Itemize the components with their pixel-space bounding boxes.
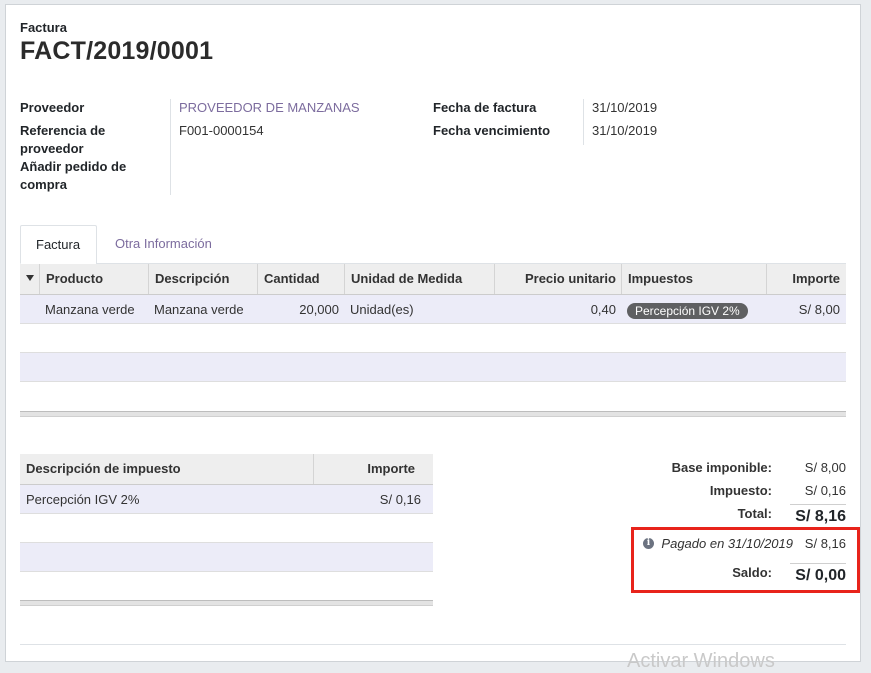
tax-lines-header: Descripción de impuesto Importe xyxy=(20,454,433,485)
cell-taxes: Percepción IGV 2% xyxy=(621,295,767,324)
due-date-label: Fecha vencimiento xyxy=(433,123,551,138)
invoice-number-title: FACT/2019/0001 xyxy=(20,37,214,65)
column-header-quantity[interactable]: Cantidad xyxy=(257,264,345,294)
tab-factura[interactable]: Factura xyxy=(20,225,97,264)
supplier-link[interactable]: PROVEEDOR DE MANZANAS xyxy=(179,99,360,117)
tax-lines-footer xyxy=(20,600,433,606)
total-label: Total: xyxy=(737,506,772,521)
cell-unit-price: 0,40 xyxy=(590,302,616,317)
column-header-tax-description[interactable]: Descripción de impuesto xyxy=(20,454,314,484)
right-group-separator xyxy=(583,99,584,145)
total-value: S/ 8,16 xyxy=(795,508,846,525)
column-header-uom[interactable]: Unidad de Medida xyxy=(344,264,495,294)
tax-badge: Percepción IGV 2% xyxy=(627,302,748,319)
windows-activation-watermark: Activar Windows xyxy=(627,650,775,672)
cell-product: Manzana verde xyxy=(45,302,135,317)
cell-uom: Unidad(es) xyxy=(350,302,414,317)
supplier-reference-label: Referencia de proveedor xyxy=(20,122,160,158)
column-header-product[interactable]: Producto xyxy=(39,264,149,294)
column-header-amount[interactable]: Importe xyxy=(766,264,846,294)
untaxed-amount-label: Base imponible: xyxy=(671,460,772,475)
column-header-tax-amount[interactable]: Importe xyxy=(313,454,421,484)
bottom-separator xyxy=(20,644,846,645)
tax-amount-value: S/ 0,16 xyxy=(804,483,846,498)
empty-row xyxy=(20,324,846,353)
untaxed-amount-value: S/ 8,00 xyxy=(804,460,846,475)
cell-tax-amount: S/ 0,16 xyxy=(379,492,421,507)
table-row[interactable]: Manzana verde Manzana verde 20,000 Unida… xyxy=(20,295,846,324)
supplier-reference-field[interactable]: F001-0000154 xyxy=(179,122,264,140)
column-header-unit-price[interactable]: Precio unitario xyxy=(494,264,622,294)
payment-highlight-box xyxy=(631,527,860,593)
empty-row xyxy=(20,543,433,572)
cell-tax-description: Percepción IGV 2% xyxy=(26,492,140,507)
invoice-date-label: Fecha de factura xyxy=(433,100,537,115)
invoice-lines-header: Producto Descripción Cantidad Unidad de … xyxy=(20,264,846,295)
caret-down-icon xyxy=(26,275,34,281)
cell-quantity: 20,000 xyxy=(299,302,339,317)
supplier-label: Proveedor xyxy=(20,100,85,115)
due-date-field[interactable]: 31/10/2019 xyxy=(592,122,657,140)
document-type-label: Factura xyxy=(20,20,67,35)
tab-otra-informacion[interactable]: Otra Información xyxy=(100,225,227,264)
empty-row xyxy=(20,382,846,411)
cell-amount: S/ 8,00 xyxy=(798,302,840,317)
left-group-separator xyxy=(170,99,171,195)
table-row[interactable]: Percepción IGV 2% S/ 0,16 xyxy=(20,485,433,514)
empty-row xyxy=(20,353,846,382)
cell-description: Manzana verde xyxy=(154,302,244,317)
column-header-taxes[interactable]: Impuestos xyxy=(621,264,767,294)
tax-amount-label: Impuesto: xyxy=(709,483,772,498)
add-purchase-order-label-line1: Añadir pedido de xyxy=(20,159,127,174)
column-toggle[interactable] xyxy=(20,264,40,294)
column-header-description[interactable]: Descripción xyxy=(148,264,258,294)
add-purchase-order-label: Añadir pedido de compra xyxy=(20,158,160,194)
total-rule xyxy=(790,504,846,505)
notebook-tabs: Factura Otra Información xyxy=(20,225,846,265)
add-purchase-order-label-line2: compra xyxy=(20,177,67,192)
invoice-lines-footer xyxy=(20,411,846,417)
invoice-date-field[interactable]: 31/10/2019 xyxy=(592,99,657,117)
empty-row xyxy=(20,572,433,601)
supplier-reference-label-line2: proveedor xyxy=(20,141,84,156)
supplier-reference-label-line1: Referencia de xyxy=(20,123,106,138)
empty-row xyxy=(20,514,433,543)
